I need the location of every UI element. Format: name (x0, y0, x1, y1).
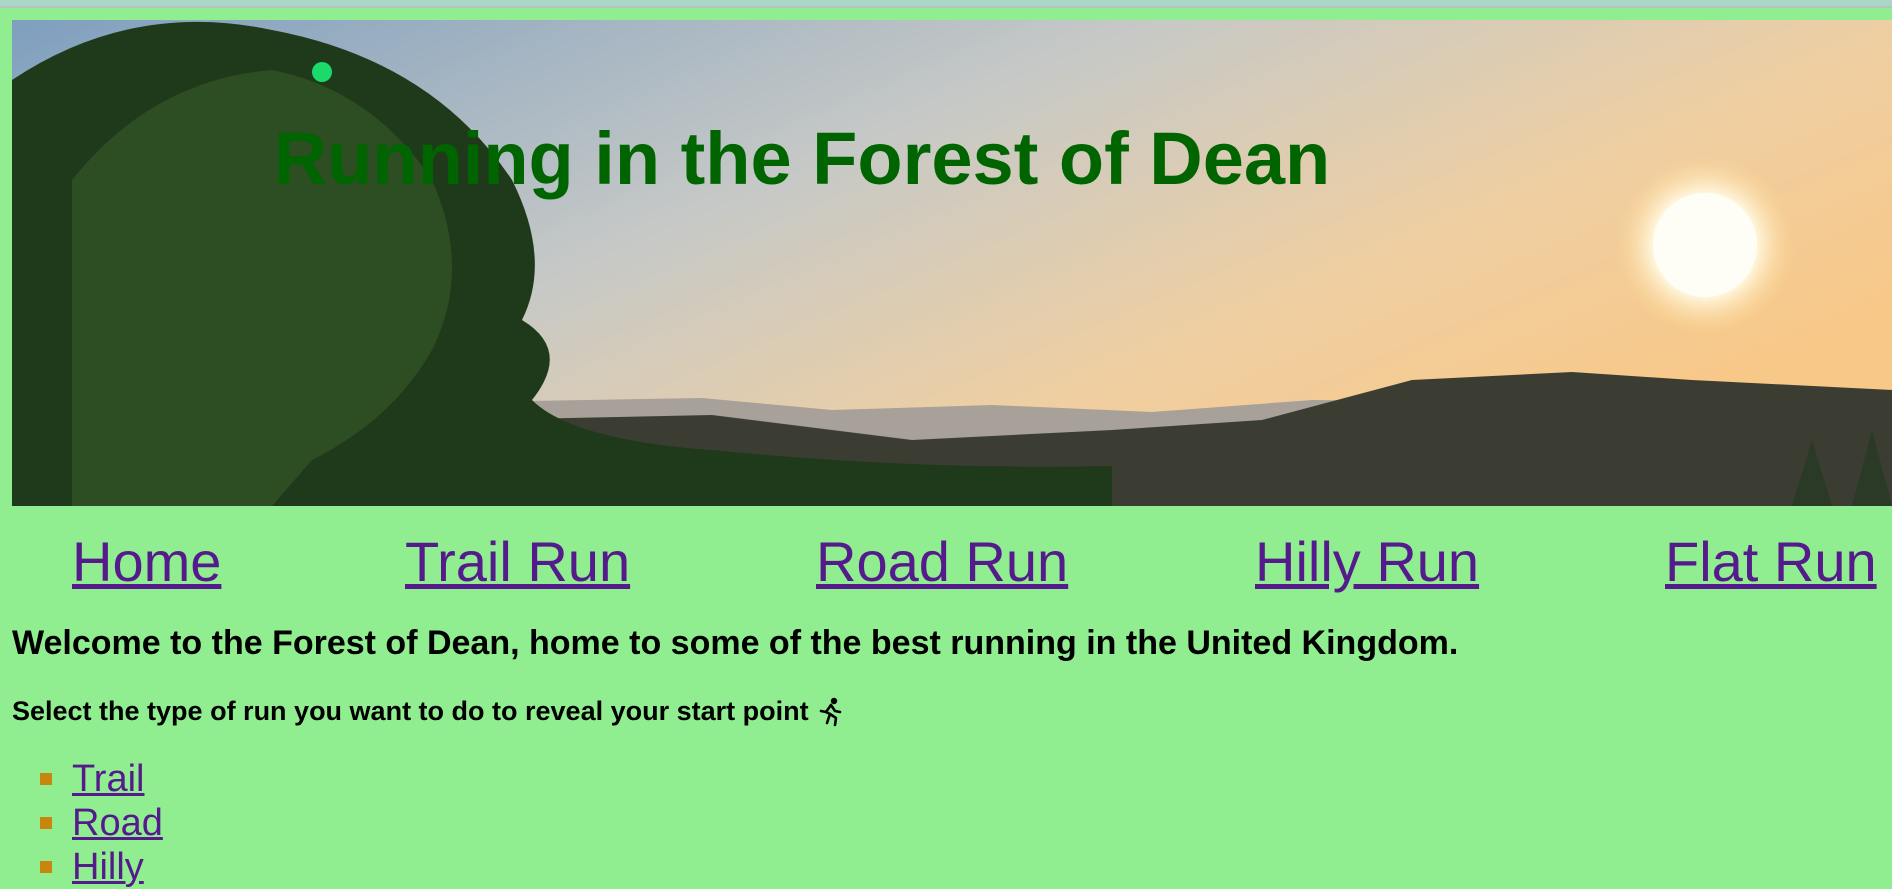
list-item: Trail (40, 757, 163, 801)
run-link-road[interactable]: Road (72, 802, 163, 845)
browser-top-strip (0, 0, 1892, 8)
run-type-list: Trail Road Hilly (40, 757, 163, 889)
nav-link-trail-run[interactable]: Trail Run (405, 527, 630, 597)
select-prompt: Select the type of run you want to do to… (12, 696, 843, 727)
nav-link-flat-run[interactable]: Flat Run (1665, 527, 1877, 597)
run-link-trail[interactable]: Trail (72, 758, 144, 801)
nav-link-road-run[interactable]: Road Run (816, 527, 1068, 597)
page-title: Running in the Forest of Dean (273, 117, 1331, 200)
list-item: Road (40, 801, 163, 845)
main-nav: Home Trail Run Road Run Hilly Run Flat R… (0, 527, 1892, 597)
select-prompt-text: Select the type of run you want to do to… (12, 696, 809, 726)
bullet-marker (40, 773, 52, 785)
hero-banner: Running in the Forest of Dean (12, 20, 1892, 506)
welcome-heading: Welcome to the Forest of Dean, home to s… (12, 624, 1459, 662)
nav-link-home[interactable]: Home (72, 527, 221, 597)
list-item: Hilly (40, 845, 163, 889)
bullet-marker (40, 861, 52, 873)
run-link-hilly[interactable]: Hilly (72, 846, 144, 889)
runner-icon (819, 697, 841, 726)
sunset-landscape-image (12, 20, 1892, 506)
nav-link-hilly-run[interactable]: Hilly Run (1255, 527, 1479, 597)
bullet-marker (40, 817, 52, 829)
